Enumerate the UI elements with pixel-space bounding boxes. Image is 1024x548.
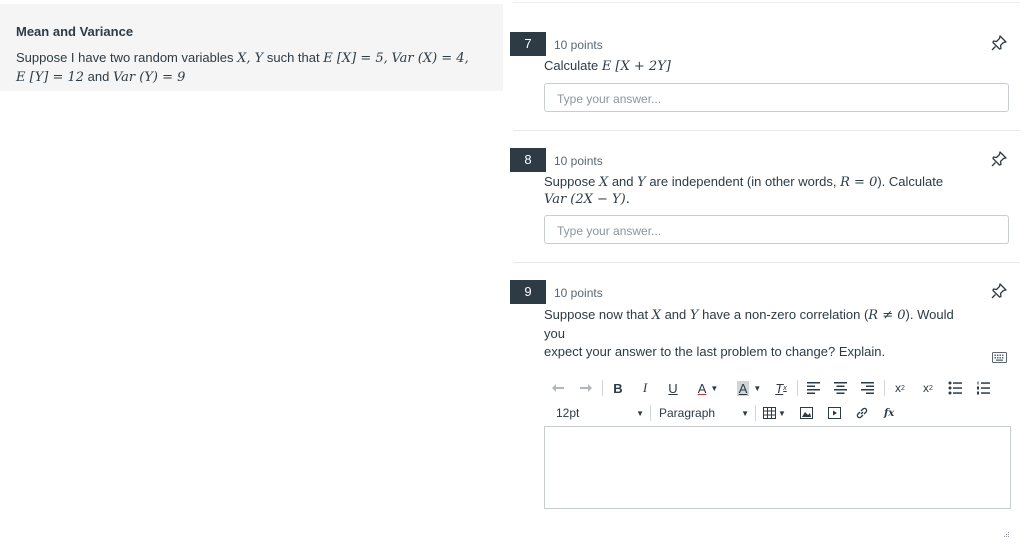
question-text: Suppose X and Y are independent (in othe… — [544, 174, 964, 208]
math-vary: Var (Y) = 9 — [112, 70, 186, 85]
question-text-part: expect your answer to the last problem t… — [544, 344, 886, 359]
align-center-icon[interactable] — [833, 380, 848, 396]
chevron-down-icon: ▼ — [636, 408, 644, 418]
toolbar-separator — [755, 405, 756, 421]
pin-icon[interactable] — [990, 150, 1008, 168]
question-points: 10 points — [554, 154, 603, 168]
toolbar-separator — [650, 405, 651, 421]
math-r: R ≠ 0 — [868, 308, 906, 323]
answer-field[interactable] — [544, 215, 1009, 245]
question-number: 8 — [510, 148, 546, 172]
underline-button[interactable]: U — [665, 380, 681, 396]
rich-text-editor[interactable] — [544, 426, 1011, 509]
question-text-part: Calculate — [544, 58, 602, 73]
pin-icon[interactable] — [990, 282, 1008, 300]
desc-text: such that — [263, 50, 324, 65]
question-text-part: are independent (in other words, — [645, 174, 841, 189]
answer-field[interactable] — [544, 83, 1009, 113]
table-icon — [763, 407, 776, 419]
question-text: Suppose now that X and Y have a non-zero… — [544, 306, 964, 361]
math-r: R = 0 — [840, 175, 878, 190]
table-button[interactable]: ▼ — [763, 405, 787, 421]
desc-text: Suppose I have two random variables — [16, 50, 238, 65]
block-format-select[interactable]: Paragraph ▼ — [653, 405, 749, 421]
toolbar-separator — [797, 380, 798, 396]
toolbar-separator — [884, 380, 885, 396]
question-text: Calculate E [X + 2Y] — [544, 58, 964, 75]
question-divider — [513, 262, 1020, 263]
subscript-button[interactable]: x2 — [920, 380, 936, 396]
chevron-down-icon: ▼ — [753, 383, 762, 393]
question-number: 9 — [510, 280, 546, 304]
answer-input[interactable] — [555, 84, 999, 113]
formula-button[interactable]: fx — [884, 405, 898, 421]
background-color-button[interactable]: A ▼ — [733, 380, 765, 396]
group-description: Suppose I have two random variables X, Y… — [16, 49, 491, 87]
math-expr: Var (2X − Y). — [544, 192, 630, 207]
math-x: X — [651, 308, 661, 323]
toolbar-separator — [602, 380, 603, 396]
subscript-mark: 2 — [929, 384, 933, 392]
pin-icon[interactable] — [990, 34, 1008, 52]
desc-text: and — [84, 69, 113, 84]
chevron-down-icon: ▼ — [741, 408, 749, 418]
question-points: 10 points — [554, 38, 603, 52]
question-text-part: Suppose — [544, 174, 599, 189]
image-icon[interactable] — [800, 405, 813, 421]
font-size-select[interactable]: 12pt ▼ — [550, 405, 644, 421]
question-text-part: and — [608, 174, 638, 189]
superscript-button[interactable]: x2 — [892, 380, 908, 396]
math-ey: E [Y] = 12 — [16, 70, 85, 85]
keyboard-icon[interactable] — [992, 352, 1007, 363]
superscript-mark: 2 — [901, 384, 905, 392]
group-title: Mean and Variance — [16, 24, 134, 39]
media-icon[interactable] — [828, 405, 841, 421]
block-format-value: Paragraph — [659, 406, 716, 420]
question-text-part: ). Calculate — [877, 174, 944, 189]
bg-color-icon: A — [736, 380, 750, 396]
bold-button[interactable]: B — [610, 380, 626, 396]
math-y: Y — [637, 175, 646, 190]
chevron-down-icon: ▼ — [710, 383, 719, 393]
question-text-part: and — [660, 307, 690, 322]
text-color-icon: A — [697, 380, 707, 396]
question-number: 7 — [510, 32, 546, 56]
question-group-panel: Mean and Variance Suppose I have two ran… — [0, 4, 503, 91]
math-xy: X, Y — [237, 51, 264, 66]
question-points: 10 points — [554, 286, 603, 300]
resize-handle-icon[interactable] — [1000, 530, 1010, 538]
question-text-part: Suppose now that — [544, 307, 652, 322]
math-x: X — [598, 175, 609, 190]
numbered-list-icon[interactable] — [976, 380, 991, 396]
bullet-list-icon[interactable] — [948, 380, 963, 396]
chevron-down-icon: ▼ — [778, 408, 786, 418]
link-icon[interactable] — [855, 405, 869, 421]
redo-icon[interactable] — [578, 380, 594, 396]
divider — [513, 2, 1020, 3]
text-color-button[interactable]: A ▼ — [695, 380, 721, 396]
align-right-icon[interactable] — [860, 380, 875, 396]
question-text-part: have a non-zero correlation ( — [698, 307, 869, 322]
clear-formatting-button[interactable]: Tx — [773, 380, 789, 396]
math-varx: Var (X) = 4, — [391, 51, 469, 66]
italic-button[interactable]: I — [638, 380, 652, 396]
math-ex: E [X] = 5, — [323, 51, 388, 66]
answer-input[interactable] — [555, 216, 999, 245]
font-size-value: 12pt — [556, 406, 580, 420]
question-divider — [513, 130, 1020, 131]
align-left-icon[interactable] — [806, 380, 821, 396]
undo-icon[interactable] — [550, 380, 566, 396]
math-expr: E [X + 2Y] — [601, 59, 671, 74]
